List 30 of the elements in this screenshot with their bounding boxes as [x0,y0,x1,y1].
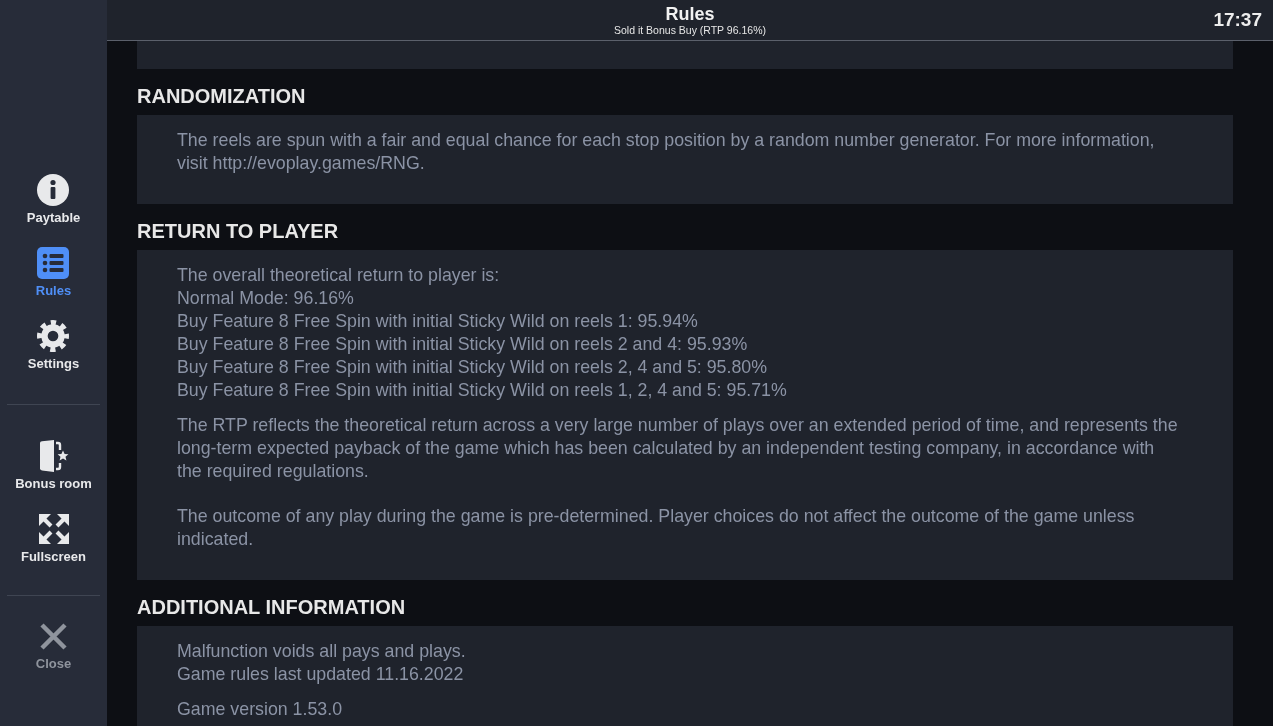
close-icon [40,622,67,650]
rules-paragraph: The RTP reflects the theoretical return across a very large number of plays over an extended period of time, and represents the long-term expected payback of the game which has been calculated by an independent testing company, in accordance with the required regulations. [177,414,1179,483]
rules-text-line: Normal Mode: 96.16% [177,287,354,310]
rules-text-line: Game version 1.53.0 [177,698,343,721]
clock-time: 17:37 [1213,9,1262,31]
door-star-icon [38,440,69,472]
rules-paragraph: The outcome of any play during the game is pre-determined. Player choices do not affect the outcome of the game unless indicated. [177,505,1136,551]
sidebar-item[interactable]: Rules [31,247,76,299]
rules-text-line: Buy Feature 8 Free Spin with initial Sticky Wild on reels 1, 2, 4 and 5: 95.71% [177,379,787,402]
rules-text-line: Buy Feature 8 Free Spin with initial Sticky Wild on reels 2 and 4: 95.93% [177,333,748,356]
sidebar-item[interactable]: Paytable [22,174,85,226]
fullscreen-icon [38,514,69,544]
page-title: Rules [665,3,715,24]
rules-text-line: Buy Feature 8 Free Spin with initial Sticky Wild on reels 1: 95.94% [177,310,698,333]
rules-text-line: Malfunction voids all pays and plays. [177,640,466,663]
section-heading: RANDOMIZATION [137,84,307,109]
game-subtitle: Sold it Bonus Buy (RTP 96.16%) [614,23,766,37]
rules-text-line: Game rules last updated 11.16.2022 [177,663,464,686]
rules-text-line: The overall theoretical return to player is: [177,264,500,287]
sidebar-item[interactable]: Close [31,620,76,672]
section-heading: RETURN TO PLAYER [137,219,340,244]
section-heading: ADDITIONAL INFORMATION [137,595,407,620]
sidebar-item[interactable]: Fullscreen [17,513,90,565]
info-icon [37,174,70,206]
sidebar-item[interactable]: Settings [23,320,84,372]
settings-icon [37,320,70,352]
list-icon [37,247,70,279]
sidebar-item[interactable]: Bonus room [11,440,96,492]
rules-paragraph: The reels are spun with a fair and equal chance for each stop position by a random number generator. For more information, visit http://evoplay.games/RNG. [177,129,1156,175]
rules-text-line: Buy Feature 8 Free Spin with initial Sticky Wild on reels 2, 4 and 5: 95.80% [177,356,768,379]
